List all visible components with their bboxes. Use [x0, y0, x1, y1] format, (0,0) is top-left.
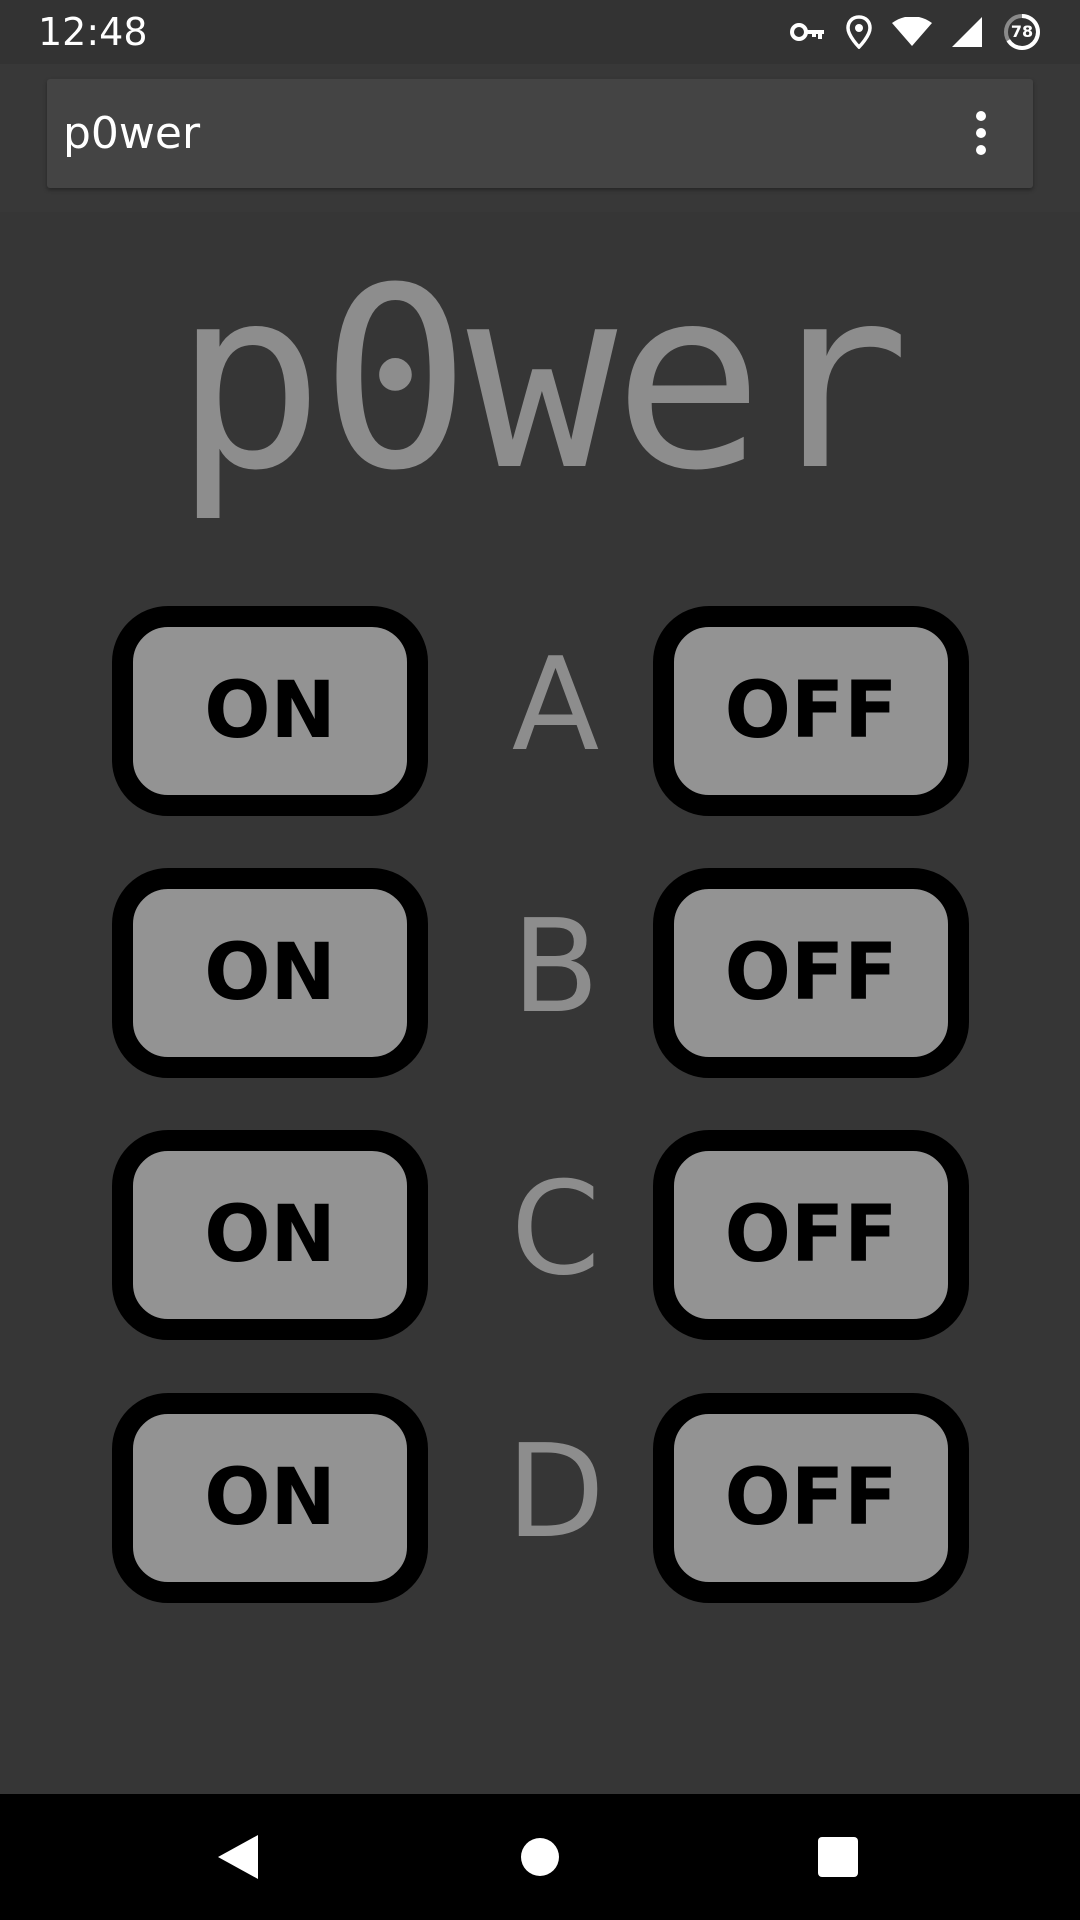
outlet-c-label: C	[510, 1155, 601, 1304]
outlet-row-c: ON C OFF	[112, 1130, 969, 1340]
outlet-b-off-button[interactable]: OFF	[653, 868, 969, 1078]
outlet-a-on-button[interactable]: ON	[112, 606, 428, 816]
back-icon[interactable]	[193, 1812, 283, 1902]
battery-level: 78	[1010, 22, 1034, 41]
app-logo-text: p0wer	[173, 234, 911, 525]
status-time: 12:48	[38, 10, 148, 54]
outlet-d-label: D	[506, 1418, 605, 1567]
outlet-row-d: ON D OFF	[112, 1393, 969, 1603]
cell-signal-icon	[952, 17, 982, 47]
toolbar: p0wer	[47, 79, 1033, 188]
outlet-a-label: A	[511, 631, 600, 780]
outlet-row-a: ON A OFF	[112, 606, 969, 816]
overflow-menu-icon[interactable]	[945, 97, 1017, 169]
outlet-c-on-button[interactable]: ON	[112, 1130, 428, 1340]
recents-icon[interactable]	[793, 1812, 883, 1902]
status-bar: 12:48 78	[0, 0, 1080, 64]
outlet-b-on-button[interactable]: ON	[112, 868, 428, 1078]
outlet-c-off-button[interactable]: OFF	[653, 1130, 969, 1340]
home-icon[interactable]	[495, 1812, 585, 1902]
outlet-a-off-button[interactable]: OFF	[653, 606, 969, 816]
outlet-d-on-button[interactable]: ON	[112, 1393, 428, 1603]
outlet-b-label: B	[511, 893, 600, 1042]
wifi-icon	[892, 17, 932, 47]
status-icons: 78	[790, 12, 1042, 52]
nav-bar	[0, 1794, 1080, 1920]
toolbar-title: p0wer	[63, 108, 201, 159]
location-icon	[846, 15, 872, 49]
outlet-row-b: ON B OFF	[112, 868, 969, 1078]
vpn-key-icon	[790, 20, 826, 44]
outlet-d-off-button[interactable]: OFF	[653, 1393, 969, 1603]
battery-icon: 78	[1002, 12, 1042, 52]
screen: 12:48 78 p0wer p0wer ON A OFF ON B OFF O…	[0, 0, 1080, 1920]
